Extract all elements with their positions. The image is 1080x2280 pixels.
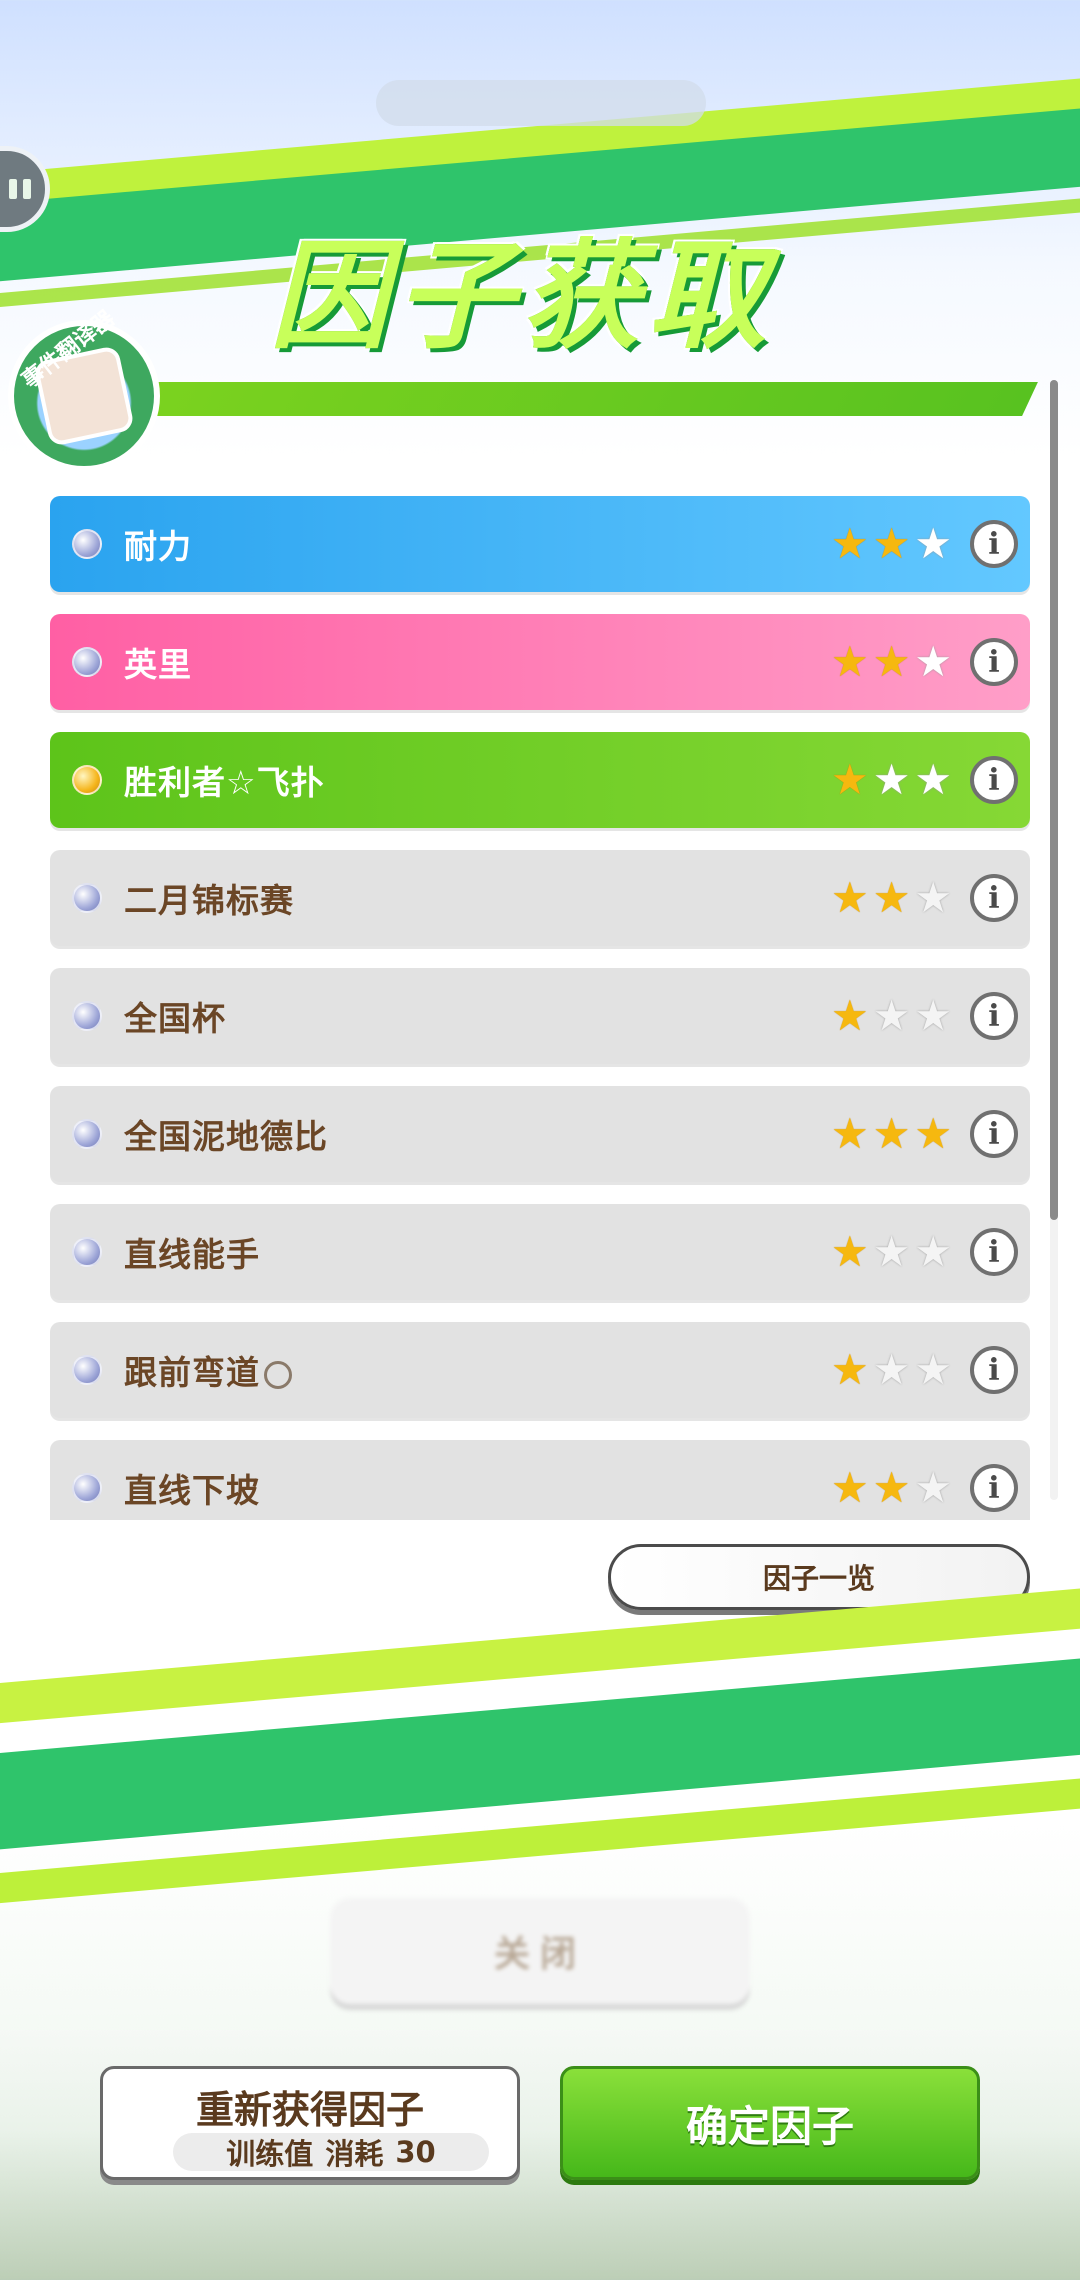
factor-row[interactable]: 跟前弯道 ★ ★ ★ i bbox=[50, 1322, 1030, 1418]
star-filled-icon: ★ bbox=[831, 1345, 869, 1394]
factor-gem-icon bbox=[72, 1119, 102, 1149]
star-rating: ★ ★ ★ bbox=[827, 877, 952, 919]
info-icon[interactable]: i bbox=[970, 756, 1018, 804]
star-rating: ★ ★ ★ bbox=[827, 523, 952, 565]
factor-name-text: 全国泥地德比 bbox=[124, 1117, 328, 1156]
factor-gem-icon bbox=[72, 647, 102, 677]
cost-label: 训练值 bbox=[226, 2137, 314, 2171]
factor-name: 全国泥地德比 bbox=[124, 1110, 827, 1158]
factor-row[interactable]: 直线下坡 ★ ★ ★ i bbox=[50, 1440, 1030, 1520]
star-filled-icon: ★ bbox=[872, 637, 911, 686]
factor-list[interactable]: 耐力 ★ ★ ★ i 英里 ★ ★ ★ i 胜利者☆飞扑 ★ ★ ★ i 二月锦标赛 ★ ★ ★ i 全国杯 ★ ★ ★ i 全国… bbox=[50, 496, 1030, 1520]
factor-name: 二月锦标赛 bbox=[124, 874, 827, 922]
factor-name-text: 跟前弯道 bbox=[124, 1353, 260, 1392]
star-empty-icon: ★ bbox=[914, 1463, 952, 1512]
factor-name-text: 全国杯 bbox=[124, 999, 226, 1038]
page-title: 因子获取 bbox=[270, 227, 775, 365]
pause-bar bbox=[9, 179, 17, 199]
star-rating: ★ ★ ★ bbox=[827, 995, 952, 1037]
star-rating: ★ ★ ★ bbox=[827, 1231, 952, 1273]
star-filled-icon: ★ bbox=[831, 991, 869, 1040]
factor-gem-icon bbox=[72, 529, 102, 559]
star-filled-icon: ★ bbox=[831, 1109, 869, 1158]
star-empty-icon: ★ bbox=[914, 991, 952, 1040]
factor-gem-icon bbox=[72, 1237, 102, 1267]
info-icon[interactable]: i bbox=[970, 1464, 1018, 1512]
star-empty-icon: ★ bbox=[914, 1227, 952, 1276]
star-filled-icon: ★ bbox=[831, 519, 869, 568]
star-filled-icon: ★ bbox=[831, 1227, 869, 1276]
star-empty-icon: ★ bbox=[872, 1227, 911, 1276]
star-rating: ★ ★ ★ bbox=[827, 1349, 952, 1391]
star-filled-icon: ★ bbox=[914, 1109, 952, 1158]
info-icon[interactable]: i bbox=[970, 874, 1018, 922]
star-empty-icon: ★ bbox=[872, 991, 911, 1040]
factor-name-text: 英里 bbox=[124, 645, 192, 684]
factor-name: 英里 bbox=[124, 638, 827, 686]
factor-name-text: 直线能手 bbox=[124, 1235, 260, 1274]
factor-name-text: 胜利者☆飞扑 bbox=[124, 763, 325, 802]
factor-name: 耐力 bbox=[124, 520, 827, 568]
factor-name-text: 耐力 bbox=[124, 527, 192, 566]
star-rating: ★ ★ ★ bbox=[827, 1113, 952, 1155]
circle-outline-icon bbox=[264, 1360, 292, 1389]
factor-gem-icon bbox=[72, 1001, 102, 1031]
star-filled-icon: ★ bbox=[872, 873, 911, 922]
factor-name: 胜利者☆飞扑 bbox=[124, 756, 827, 804]
reacquire-cost: 训练值 消耗 30 bbox=[173, 2133, 489, 2171]
pause-bar bbox=[23, 179, 31, 199]
star-empty-icon: ★ bbox=[872, 755, 911, 804]
info-icon[interactable]: i bbox=[970, 992, 1018, 1040]
factor-name: 直线能手 bbox=[124, 1228, 827, 1276]
star-rating: ★ ★ ★ bbox=[827, 1467, 952, 1509]
scrollbar-thumb[interactable] bbox=[1050, 380, 1058, 1220]
header-stripe bbox=[142, 382, 1038, 416]
factor-name-text: 二月锦标赛 bbox=[124, 881, 294, 920]
star-rating: ★ ★ ★ bbox=[827, 641, 952, 683]
factor-row[interactable]: 耐力 ★ ★ ★ i bbox=[50, 496, 1030, 592]
star-filled-icon: ★ bbox=[831, 873, 869, 922]
factor-row[interactable]: 英里 ★ ★ ★ i bbox=[50, 614, 1030, 710]
confirm-factor-button[interactable]: 确定因子 bbox=[560, 2066, 980, 2180]
scrollbar[interactable] bbox=[1050, 380, 1058, 1500]
info-icon[interactable]: i bbox=[970, 520, 1018, 568]
reacquire-factor-button[interactable]: 重新获得因子 训练值 消耗 30 bbox=[100, 2066, 520, 2180]
factor-row[interactable]: 直线能手 ★ ★ ★ i bbox=[50, 1204, 1030, 1300]
factor-gem-icon bbox=[72, 883, 102, 913]
factor-gem-icon bbox=[72, 1355, 102, 1385]
star-empty-icon: ★ bbox=[872, 1345, 911, 1394]
factor-row[interactable]: 全国杯 ★ ★ ★ i bbox=[50, 968, 1030, 1064]
info-icon[interactable]: i bbox=[970, 638, 1018, 686]
star-filled-icon: ★ bbox=[872, 1463, 911, 1512]
reacquire-label: 重新获得因子 bbox=[195, 2088, 424, 2132]
cost-value: 30 bbox=[395, 2135, 436, 2169]
star-empty-icon: ★ bbox=[914, 873, 952, 922]
star-empty-icon: ★ bbox=[914, 1345, 952, 1394]
star-filled-icon: ★ bbox=[872, 519, 911, 568]
status-pill bbox=[376, 80, 706, 126]
background-close-button: 关闭 bbox=[330, 1898, 750, 2004]
info-icon[interactable]: i bbox=[970, 1228, 1018, 1276]
star-empty-icon: ★ bbox=[914, 519, 952, 568]
cost-word: 消耗 bbox=[325, 2137, 384, 2171]
factor-row[interactable]: 二月锦标赛 ★ ★ ★ i bbox=[50, 850, 1030, 946]
info-icon[interactable]: i bbox=[970, 1110, 1018, 1158]
info-icon[interactable]: i bbox=[970, 1346, 1018, 1394]
factor-name: 跟前弯道 bbox=[124, 1346, 827, 1394]
factor-row[interactable]: 全国泥地德比 ★ ★ ★ i bbox=[50, 1086, 1030, 1182]
factor-name: 直线下坡 bbox=[124, 1464, 827, 1512]
star-filled-icon: ★ bbox=[872, 1109, 911, 1158]
star-rating: ★ ★ ★ bbox=[827, 759, 952, 801]
star-empty-icon: ★ bbox=[914, 755, 952, 804]
factor-name-text: 直线下坡 bbox=[124, 1471, 260, 1510]
factor-name: 全国杯 bbox=[124, 992, 827, 1040]
star-filled-icon: ★ bbox=[831, 755, 869, 804]
star-filled-icon: ★ bbox=[831, 637, 869, 686]
star-filled-icon: ★ bbox=[831, 1463, 869, 1512]
star-empty-icon: ★ bbox=[914, 637, 952, 686]
factor-row[interactable]: 胜利者☆飞扑 ★ ★ ★ i bbox=[50, 732, 1030, 828]
factor-gem-icon bbox=[72, 765, 102, 795]
factor-gem-icon bbox=[72, 1473, 102, 1503]
